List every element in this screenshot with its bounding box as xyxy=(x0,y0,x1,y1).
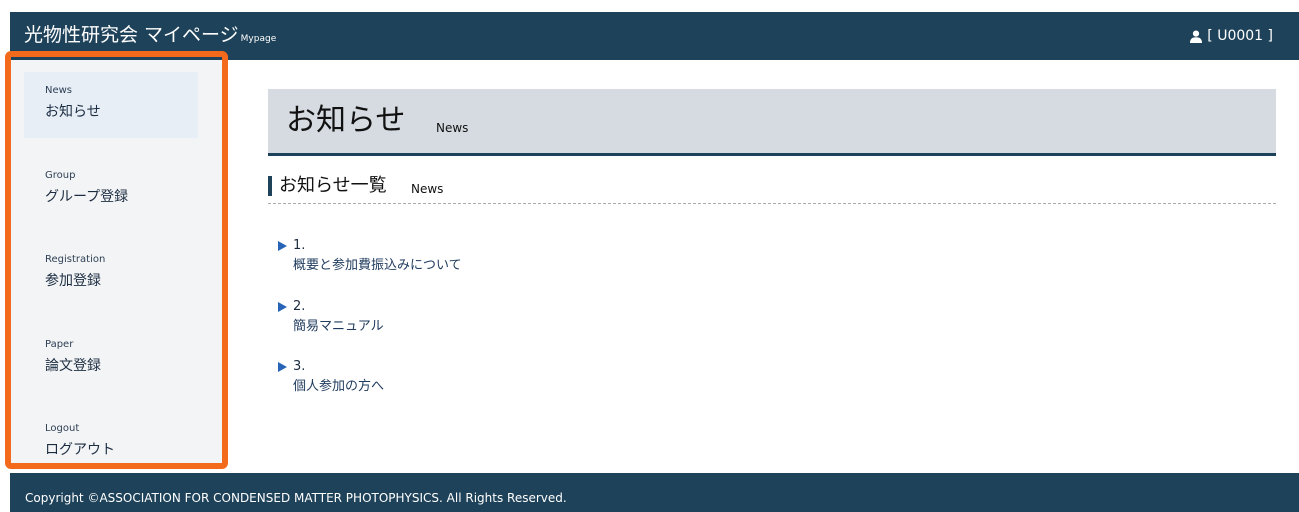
section-title-sub: News xyxy=(411,182,444,196)
page-title: お知らせ xyxy=(286,103,406,138)
sidebar-item-label: 論文登録 xyxy=(45,358,101,374)
news-link[interactable]: 個人参加の方へ xyxy=(278,377,384,397)
news-item: 2. 簡易マニュアル xyxy=(278,299,384,339)
section-header: お知らせ一覧 News xyxy=(268,175,1276,204)
site-title-sub: Mypage xyxy=(240,34,277,44)
news-link[interactable]: 概要と参加費振込みについて xyxy=(278,256,462,276)
news-number: 1. xyxy=(278,238,462,254)
sidebar-item-label: ログアウト xyxy=(45,442,115,458)
site-title-text: 光物性研究会 マイページ xyxy=(24,24,239,46)
main-content: お知らせ News お知らせ一覧 News 1. 概要と参加費振込みについて 2… xyxy=(268,89,1276,394)
sidebar-item-news[interactable]: News お知らせ xyxy=(24,72,198,138)
triangle-right-icon xyxy=(278,241,287,251)
copyright-text: Copyright ©ASSOCIATION FOR CONDENSED MAT… xyxy=(25,491,567,505)
news-number-text: 3. xyxy=(293,359,306,374)
news-item: 1. 概要と参加費振込みについて xyxy=(278,238,462,278)
user-id: [ U0001 ] xyxy=(1207,28,1273,44)
page-header: お知らせ News xyxy=(268,89,1276,156)
sidebar-item-en-label: Logout xyxy=(45,423,80,434)
section-title: お知らせ一覧 xyxy=(279,175,387,196)
footer: Copyright ©ASSOCIATION FOR CONDENSED MAT… xyxy=(10,473,1299,512)
news-number: 2. xyxy=(278,299,384,315)
news-number-text: 1. xyxy=(293,238,306,253)
sidebar-item-en-label: News xyxy=(45,85,73,96)
top-header: 光物性研究会 マイページ Mypage [ U0001 ] xyxy=(10,12,1299,60)
section-marker xyxy=(268,176,272,196)
sidebar-item-en-label: Paper xyxy=(45,339,74,350)
news-link[interactable]: 簡易マニュアル xyxy=(278,317,384,337)
sidebar-item-en-label: Group xyxy=(45,170,76,181)
site-title[interactable]: 光物性研究会 マイページ Mypage xyxy=(24,22,276,52)
sidebar-item-paper[interactable]: Paper 論文登録 xyxy=(24,326,198,392)
sidebar: News お知らせ Group グループ登録 Registration 参加登録… xyxy=(10,60,225,465)
sidebar-item-group[interactable]: Group グループ登録 xyxy=(24,157,198,223)
sidebar-item-en-label: Registration xyxy=(45,254,106,265)
news-number-text: 2. xyxy=(293,299,306,314)
triangle-right-icon xyxy=(278,362,287,372)
news-item: 3. 個人参加の方へ xyxy=(278,359,384,399)
sidebar-item-label: 参加登録 xyxy=(45,273,101,289)
user-icon xyxy=(1190,30,1203,43)
sidebar-item-registration[interactable]: Registration 参加登録 xyxy=(24,241,198,307)
page-title-sub: News xyxy=(436,121,469,135)
sidebar-item-label: グループ登録 xyxy=(45,189,129,205)
triangle-right-icon xyxy=(278,302,287,312)
sidebar-item-label: お知らせ xyxy=(45,104,101,120)
sidebar-item-logout[interactable]: Logout ログアウト xyxy=(24,410,198,465)
news-number: 3. xyxy=(278,359,384,375)
user-menu[interactable]: [ U0001 ] xyxy=(1190,26,1273,46)
